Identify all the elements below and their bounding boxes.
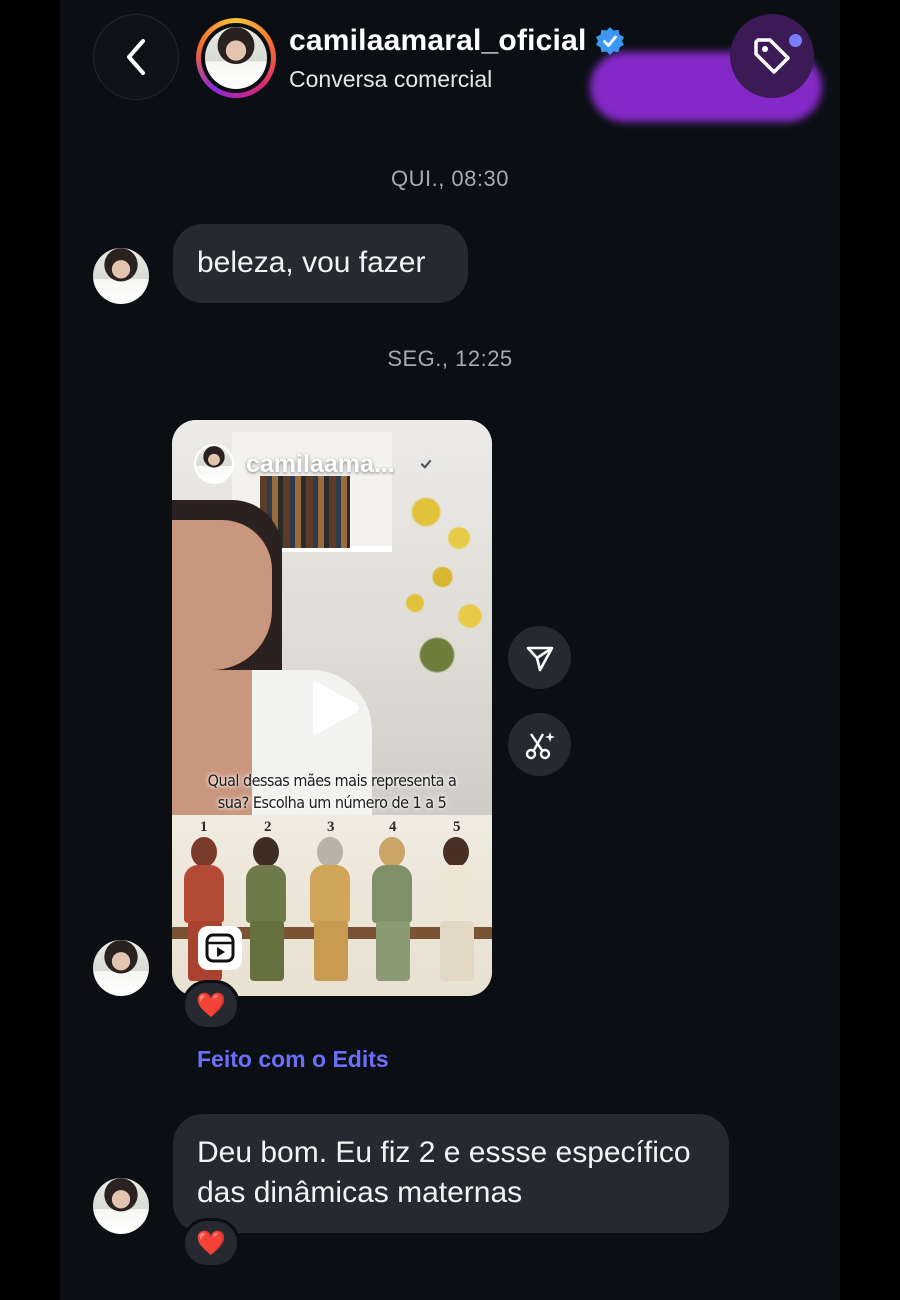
reels-icon [205,933,235,963]
remix-button[interactable] [508,713,571,776]
sender-avatar[interactable] [93,940,149,996]
remix-icon [525,731,555,759]
timestamp: SEG., 12:25 [387,346,513,371]
message-bubble[interactable]: beleza, vou fazer [173,224,468,303]
sender-avatar[interactable] [93,1178,149,1234]
sender-avatar[interactable] [93,248,149,304]
reel-caption-line: Qual dessas mães mais representa a [207,771,457,790]
mom-number: 2 [264,819,272,835]
share-button[interactable] [508,626,571,689]
edits-link[interactable]: Feito com o Edits [197,1046,389,1073]
reel-author-avatar [194,444,234,484]
mom-figure [240,837,292,987]
mom-figure [366,837,418,987]
reaction-badge[interactable]: ❤️ [182,1218,240,1268]
profile-name-row[interactable]: camilaamaral_oficial [289,24,625,58]
tag-button[interactable] [730,14,814,98]
mom-number: 4 [389,819,397,835]
profile-photo [205,27,267,89]
notification-dot [789,34,802,47]
mom-number: 3 [327,819,335,835]
verified-badge-icon [415,453,436,475]
share-icon [526,646,553,671]
heart-icon: ❤️ [196,1229,226,1257]
reaction-badge[interactable]: ❤️ [182,980,240,1030]
reel-person [172,490,372,815]
reels-badge [198,926,242,970]
reel-caption: Qual dessas mães mais representa a sua? … [172,770,492,818]
mom-figure [430,837,482,987]
conversation-type: Conversa comercial [289,66,493,92]
chat-header: camilaamaral_oficial Conversa comercial [60,0,840,130]
back-button[interactable] [93,14,179,100]
play-icon[interactable] [303,678,363,738]
reel-plant [382,460,492,720]
shared-reel-card[interactable]: camilaama... Qual dessas mães mais repre… [172,420,492,996]
mom-figure [304,837,356,987]
reel-author[interactable]: camilaama... [194,444,437,484]
message-bubble[interactable]: Deu bom. Eu fiz 2 e essse específico das… [173,1114,729,1233]
mom-number: 5 [453,819,461,835]
heart-icon: ❤️ [196,991,226,1019]
reel-caption-line: sua? Escolha um número de 1 a 5 [217,793,447,812]
tag-icon [754,38,790,74]
mom-number: 1 [200,819,208,835]
reel-username: camilaama... [246,449,395,478]
back-chevron-icon [127,39,145,75]
profile-avatar[interactable] [196,18,276,98]
timestamp: QUI., 08:30 [390,166,509,191]
profile-username: camilaamaral_oficial [289,24,587,57]
verified-badge-icon [595,27,624,55]
